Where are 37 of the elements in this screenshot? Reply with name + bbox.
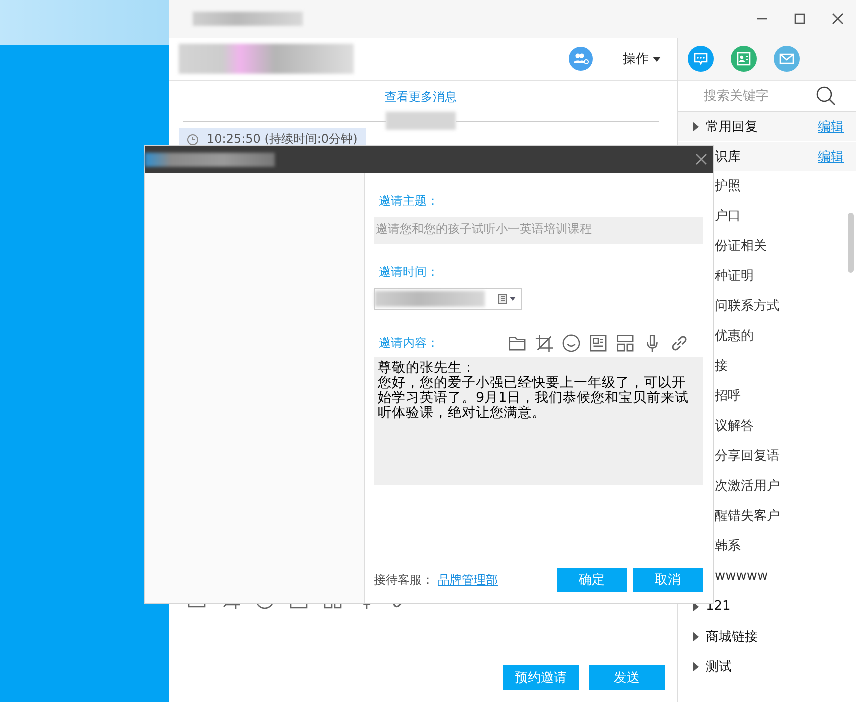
- group-label: 测试: [706, 658, 733, 676]
- group-label: 常用回复: [706, 118, 759, 136]
- message-textarea[interactable]: 尊敬的张先生： 您好，您的爱子小强已经快要上一年级了，可以开始学习英语了。9月1日，我们恭候您和宝贝前来试听体验课，绝对让您满意。: [374, 357, 703, 485]
- document-icon[interactable]: [589, 334, 608, 353]
- time-text: 10:25:50 (持续时间:0分钟): [207, 131, 358, 148]
- scrollbar-thumb[interactable]: [848, 213, 854, 273]
- folder-icon[interactable]: [508, 334, 527, 353]
- triangle-icon: [693, 632, 699, 642]
- triangle-icon: [693, 662, 699, 672]
- operation-menu[interactable]: 操作: [623, 50, 661, 68]
- calendar-icon[interactable]: [498, 294, 518, 304]
- contact-card-icon[interactable]: [731, 46, 757, 72]
- search-icon[interactable]: [816, 86, 836, 106]
- content-label: 邀请内容：: [378, 335, 439, 352]
- layout-icon[interactable]: [616, 334, 635, 353]
- triangle-icon: [693, 122, 699, 132]
- tree-group[interactable]: 常用回复 编辑: [678, 112, 856, 142]
- chat-bubble-icon[interactable]: [688, 46, 714, 72]
- message-paragraph: 您好，您的爱子小强已经快要上一年级了，可以开始学习英语了。9月1日，我们恭候您和宝贝前来试听体验课，绝对让您满意。: [378, 376, 690, 421]
- triangle-icon: [693, 602, 699, 612]
- crop-icon[interactable]: [535, 334, 554, 353]
- date-field[interactable]: [374, 288, 522, 310]
- agent-label: 接待客服：: [374, 572, 434, 589]
- clock-icon: [187, 134, 199, 146]
- group-label: 识库: [715, 148, 742, 166]
- caret-icon: [653, 56, 661, 62]
- time-label: 邀请时间：: [378, 264, 440, 281]
- search-field[interactable]: 搜索关键字: [702, 88, 816, 104]
- subject-label: 邀请主题：: [378, 193, 440, 210]
- group-icon[interactable]: [569, 47, 593, 71]
- close-icon[interactable]: [832, 13, 844, 25]
- link-icon[interactable]: [670, 334, 689, 353]
- message-paragraph: 尊敬的张先生：: [378, 361, 477, 376]
- close-icon[interactable]: [696, 154, 707, 165]
- smiley-icon[interactable]: [562, 334, 581, 353]
- group-label: 商城链接: [706, 628, 759, 646]
- maximize-icon[interactable]: [794, 13, 806, 25]
